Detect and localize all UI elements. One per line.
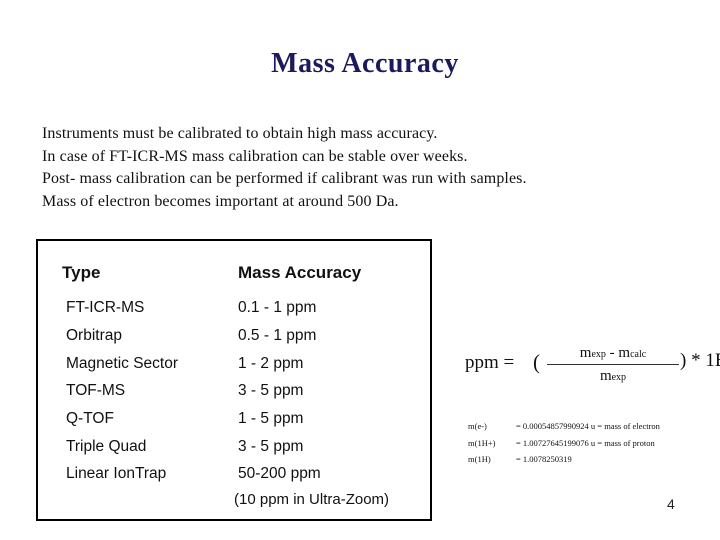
header-mass-accuracy: Mass Accuracy (238, 263, 362, 282)
page-number: 4 (667, 496, 675, 512)
instrument-type: Magnetic Sector (66, 355, 178, 372)
table-row: FT-ICR-MS 0.1 - 1 ppm (38, 299, 428, 323)
constant-label: m(1H+) (468, 437, 496, 448)
instrument-type: Orbitrap (66, 327, 122, 344)
intro-line: In case of FT-ICR-MS mass calibration ca… (42, 147, 468, 165)
formula-denominator: mexp (599, 368, 627, 384)
formula-open-paren: ( (533, 350, 540, 374)
instrument-type: Q-TOF (66, 410, 114, 427)
header-type: Type (62, 263, 101, 282)
intro-line: Instruments must be calibrated to obtain… (42, 125, 438, 142)
mass-accuracy-table-box: Type Mass Accuracy FT-ICR-MS 0.1 - 1 ppm… (36, 239, 432, 521)
accuracy-value: 50-200 ppm (238, 465, 321, 482)
table-row: Orbitrap 0.5 - 1 ppm (38, 327, 428, 351)
table-row: Triple Quad 3 - 5 ppm (38, 438, 428, 462)
accuracy-value: 3 - 5 ppm (238, 438, 304, 455)
constant-label: m(e-) (468, 421, 487, 431)
slide-title: Mass Accuracy (271, 48, 459, 79)
constant-value: = 1.0078250319 (516, 454, 572, 464)
accuracy-value: 1 - 2 ppm (238, 355, 304, 372)
formula-lhs: ppm = (465, 352, 515, 373)
constant-value: = 1.00727645199076 u = mass of proton (516, 437, 655, 448)
intro-line: Post- mass calibration can be performed … (42, 170, 527, 187)
accuracy-value: 0.5 - 1 ppm (238, 327, 317, 344)
table-row: TOF-MS 3 - 5 ppm (38, 382, 428, 406)
ultra-zoom-note: (10 ppm in Ultra-Zoom) (234, 491, 390, 508)
table-row: Linear IonTrap 50-200 ppm (38, 465, 428, 489)
constant-value: = 0.00054857990924 u = mass of electron (516, 421, 660, 431)
table-row: Q-TOF 1 - 5 ppm (38, 410, 428, 434)
instrument-type: Triple Quad (66, 438, 147, 455)
formula-numerator: mexp - mcalc (579, 345, 647, 361)
instrument-type: TOF-MS (66, 382, 126, 399)
intro-text: Instruments must be calibrated to obtain… (42, 123, 527, 213)
accuracy-value: 3 - 5 ppm (238, 382, 304, 399)
accuracy-value: 0.1 - 1 ppm (238, 299, 317, 316)
constant-label: m(1H) (468, 454, 491, 464)
intro-line: Mass of electron becomes important at ar… (42, 192, 399, 210)
formula-fraction: mexp - mcalc mexp (547, 343, 679, 386)
table-row: Magnetic Sector 1 - 2 ppm (38, 355, 428, 379)
formula-rhs: ) * 1E+6 (680, 350, 720, 371)
instrument-type: Linear IonTrap (66, 465, 167, 482)
instrument-type: FT-ICR-MS (66, 299, 145, 316)
accuracy-value: 1 - 5 ppm (238, 410, 304, 427)
fraction-bar (547, 364, 679, 365)
